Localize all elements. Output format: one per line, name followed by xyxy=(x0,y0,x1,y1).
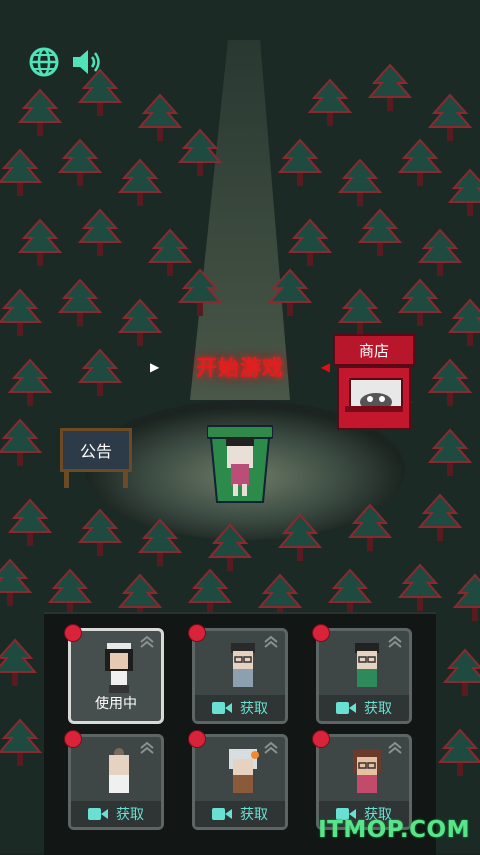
get-label: 获取 xyxy=(240,701,268,717)
character-card[interactable]: 获取 xyxy=(312,730,412,830)
video-camera-icon xyxy=(212,702,232,714)
get-label: 获取 xyxy=(116,807,144,823)
get-bar[interactable]: 获取 xyxy=(319,695,409,721)
character-portrait xyxy=(353,749,381,793)
arrow-left-icon: ◀ xyxy=(320,360,330,374)
character-card[interactable]: 使用中 xyxy=(64,624,164,724)
watermark: ITMOP.COM xyxy=(318,817,470,843)
video-camera-icon xyxy=(88,808,108,820)
arrow-right-icon: ▶ xyxy=(150,360,160,374)
board-leg xyxy=(64,472,69,488)
get-bar[interactable]: 获取 xyxy=(195,695,285,721)
notification-dot xyxy=(312,624,330,642)
shop-booth[interactable]: 商店 xyxy=(333,334,415,430)
shop-label: 商店 xyxy=(333,334,415,366)
video-camera-icon xyxy=(336,702,356,714)
get-bar[interactable]: 获取 xyxy=(195,801,285,827)
start-game-row[interactable]: ▶ 开始游戏 ◀ xyxy=(150,352,330,382)
character-card[interactable]: 获取 xyxy=(312,624,412,724)
start-game-button[interactable]: 开始游戏 xyxy=(196,352,284,382)
get-label: 获取 xyxy=(240,807,268,823)
shop-stall xyxy=(337,366,411,430)
character-portrait xyxy=(109,748,129,793)
notification-dot xyxy=(188,730,206,748)
status-label: 使用中 xyxy=(95,696,137,712)
notification-dot xyxy=(64,730,82,748)
shop-counter xyxy=(345,406,403,412)
character-card[interactable]: 获取 xyxy=(64,730,164,830)
video-camera-icon xyxy=(212,808,232,820)
board-leg xyxy=(123,472,128,488)
speaker-icon[interactable] xyxy=(70,46,102,78)
character-portrait xyxy=(229,749,259,793)
notification-dot xyxy=(64,624,82,642)
character-card[interactable]: 获取 xyxy=(188,624,288,724)
character-portrait xyxy=(105,643,133,693)
get-bar[interactable]: 获取 xyxy=(71,801,161,827)
notification-dot xyxy=(312,730,330,748)
notice-board[interactable]: 公告 xyxy=(60,428,136,488)
character-portrait xyxy=(355,643,379,687)
character-portrait xyxy=(231,643,255,687)
notification-dot xyxy=(188,624,206,642)
trash-bin[interactable] xyxy=(206,424,274,504)
notice-label: 公告 xyxy=(60,428,132,472)
get-label: 获取 xyxy=(364,701,392,717)
character-card[interactable]: 获取 xyxy=(188,730,288,830)
globe-icon[interactable] xyxy=(28,46,60,78)
